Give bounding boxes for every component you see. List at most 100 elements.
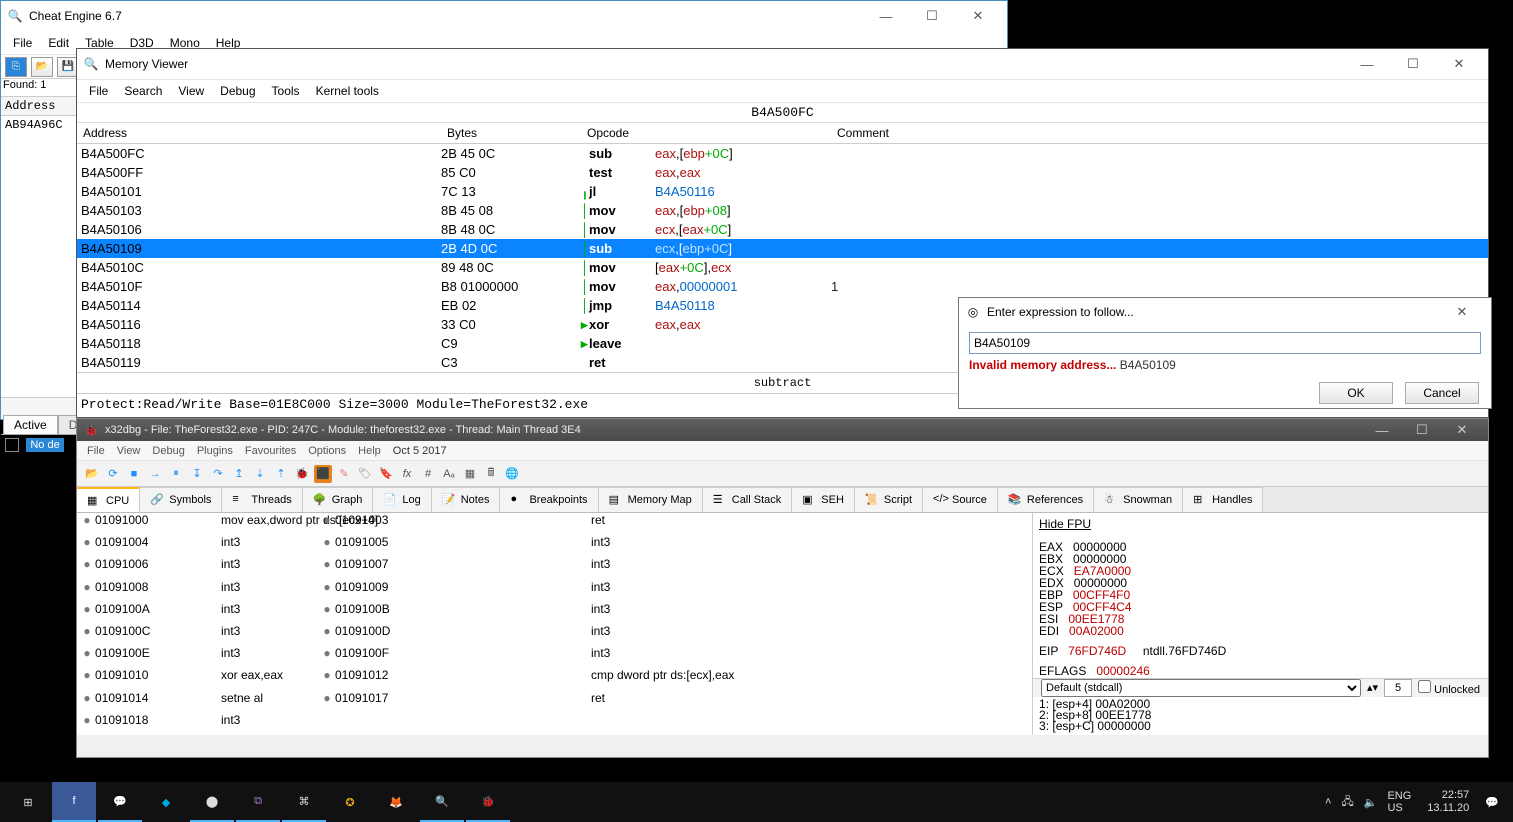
col-bytes[interactable]: Bytes (441, 123, 581, 143)
menu-view[interactable]: View (111, 443, 147, 459)
maximize-button[interactable]: ☐ (909, 1, 955, 31)
maximize-button[interactable]: ☐ (1402, 419, 1442, 441)
tab-script[interactable]: 📜Script (855, 487, 923, 512)
step-over-icon[interactable]: ↷ (209, 465, 227, 483)
ok-button[interactable]: OK (1319, 382, 1393, 404)
expression-input[interactable] (969, 332, 1481, 354)
tab-threads[interactable]: ≡Threads (222, 487, 302, 512)
open-icon[interactable]: 📂 (83, 465, 101, 483)
close-button[interactable]: ✕ (1436, 49, 1482, 79)
settings-icon[interactable]: 🌐 (503, 465, 521, 483)
tray-language[interactable]: ENGUS (1387, 790, 1411, 814)
menu-file[interactable]: File (81, 81, 116, 101)
step-into-icon[interactable]: ↧ (188, 465, 206, 483)
tab-symbols[interactable]: 🔗Symbols (140, 487, 222, 512)
cheat-entry-checkbox[interactable] (5, 438, 19, 452)
col-opcode[interactable]: Opcode (581, 123, 831, 143)
run-icon[interactable]: → (146, 465, 164, 483)
bookmarks-icon[interactable]: 🔖 (377, 465, 395, 483)
windows-taskbar[interactable]: ⊞ f 💬 ◆ ⬤ ⧉ ⌘ ✪ 🦊 🔍 🐞 ˄ 🖧 🔈 ENGUS 22:57 … (0, 782, 1513, 822)
grid-icon[interactable]: ▦ (461, 465, 479, 483)
disasm-row[interactable]: B4A500FF85 C0testeax,eax (77, 163, 1488, 182)
tab-graph[interactable]: 🌳Graph (303, 487, 374, 512)
tray-notification-icon[interactable]: 💬 (1485, 796, 1499, 809)
scylla-icon[interactable]: 🐞 (293, 465, 311, 483)
tab-log[interactable]: 📄Log (373, 487, 431, 512)
task-app-3[interactable]: ◆ (144, 782, 188, 822)
tab-active[interactable]: Active (3, 415, 58, 434)
tray-volume-icon[interactable]: 🔈 (1364, 796, 1378, 809)
unlocked-checkbox[interactable]: Unlocked (1418, 680, 1480, 696)
functions-icon[interactable]: fx (398, 465, 416, 483)
follow-titlebar[interactable]: ◎ Enter expression to follow... ✕ (959, 298, 1491, 326)
task-x32dbg[interactable]: 🐞 (466, 782, 510, 822)
maximize-button[interactable]: ☐ (1390, 49, 1436, 79)
disasm-row[interactable]: B4A500FC2B 45 0Csubeax,[ebp+0C] (77, 144, 1488, 163)
mv-titlebar[interactable]: 🔍 Memory Viewer — ☐ ✕ (77, 49, 1488, 79)
pause-icon[interactable]: ⏸ (167, 465, 185, 483)
trace-into-icon[interactable]: ⇣ (251, 465, 269, 483)
menu-debug[interactable]: Debug (146, 443, 190, 459)
restart-icon[interactable]: ⟳ (104, 465, 122, 483)
menu-edit[interactable]: Edit (40, 33, 77, 53)
task-steam[interactable]: ⬤ (190, 782, 234, 822)
task-app-8[interactable]: 🦊 (374, 782, 418, 822)
menu-search[interactable]: Search (116, 81, 170, 101)
hide-fpu-link[interactable]: Hide FPU (1039, 517, 1449, 531)
open-process-button[interactable]: ⎘ (5, 57, 27, 77)
trace-over-icon[interactable]: ⇡ (272, 465, 290, 483)
task-app-7[interactable]: ✪ (328, 782, 372, 822)
tab-call-stack[interactable]: ☰Call Stack (703, 487, 793, 512)
strings-icon[interactable]: Aₐ (440, 465, 458, 483)
task-app-6[interactable]: ⌘ (282, 782, 326, 822)
col-address[interactable]: Address (77, 123, 441, 143)
tray-network-icon[interactable]: 🖧 (1341, 793, 1353, 812)
task-cheat-engine[interactable]: 🔍 (420, 782, 464, 822)
result-list[interactable]: Address AB94A96C (1, 97, 77, 397)
menu-favourites[interactable]: Favourites (239, 443, 302, 459)
task-discord[interactable]: 💬 (98, 782, 142, 822)
comments-icon[interactable]: ✎ (335, 465, 353, 483)
close-button[interactable]: ✕ (1439, 297, 1485, 327)
tab-references[interactable]: 📚References (998, 487, 1094, 512)
close-button[interactable]: ✕ (1442, 419, 1482, 441)
menu-debug[interactable]: Debug (212, 81, 263, 101)
tab-source[interactable]: </>Source (923, 487, 998, 512)
disasm-row[interactable]: B4A501068B 48 0C│movecx,[eax+0C] (77, 220, 1488, 239)
tray-clock[interactable]: 22:57 13.11.20 (1421, 789, 1475, 815)
x32-titlebar[interactable]: 🐞 x32dbg - File: TheForest32.exe - PID: … (77, 419, 1488, 441)
menu-file[interactable]: File (5, 33, 40, 53)
result-address[interactable]: AB94A96C (1, 116, 76, 134)
minimize-button[interactable]: — (1344, 49, 1390, 79)
labels-icon[interactable]: 🏷 (356, 465, 374, 483)
stop-icon[interactable]: ■ (125, 465, 143, 483)
tab-cpu[interactable]: ▦CPU (77, 487, 140, 512)
calling-convention-select[interactable]: Default (stdcall) (1041, 679, 1361, 697)
cheat-entry-description[interactable]: No de (26, 438, 63, 452)
disassembly-view[interactable]: ●01091000mov eax,dword ptr ds:[ecx+4]●01… (77, 513, 1033, 735)
cancel-button[interactable]: Cancel (1405, 382, 1479, 404)
tab-snowman[interactable]: ☃Snowman (1094, 487, 1183, 512)
variables-icon[interactable]: # (419, 465, 437, 483)
disasm-row[interactable]: B4A501092B 4D 0C│subecx,[ebp+0C] (77, 239, 1488, 258)
param-count-input[interactable] (1384, 679, 1412, 697)
system-tray[interactable]: ˄ 🖧 🔈 ENGUS 22:57 13.11.20 💬 (1317, 789, 1507, 815)
stack-args-view[interactable]: 1: [esp+4] 00A020002: [esp+8] 00EE17783:… (1033, 697, 1455, 735)
task-app-1[interactable]: f (52, 782, 96, 822)
disasm-row[interactable]: B4A5010FB8 01000000│moveax,000000011 (77, 277, 1488, 296)
menu-kernel-tools[interactable]: Kernel tools (308, 81, 387, 101)
tab-notes[interactable]: 📝Notes (432, 487, 501, 512)
disasm-row[interactable]: B4A501017C 13╷jlB4A50116 (77, 182, 1488, 201)
col-comment[interactable]: Comment (831, 123, 1513, 143)
menu-options[interactable]: Options (302, 443, 352, 459)
step-out-icon[interactable]: ↥ (230, 465, 248, 483)
close-button[interactable]: ✕ (955, 1, 1001, 31)
calc-icon[interactable]: 🖩 (482, 465, 500, 483)
tab-seh[interactable]: ▣SEH (792, 487, 855, 512)
disasm-row[interactable]: B4A501038B 45 08│moveax,[ebp+08] (77, 201, 1488, 220)
registers-panel[interactable]: Hide FPU EAX 00000000EBX 00000000ECX EA7… (1033, 513, 1455, 678)
open-file-button[interactable]: 📂 (31, 57, 53, 77)
patches-icon[interactable]: ⬛ (314, 465, 332, 483)
start-button[interactable]: ⊞ (6, 782, 50, 822)
tab-handles[interactable]: ⊞Handles (1183, 487, 1263, 512)
